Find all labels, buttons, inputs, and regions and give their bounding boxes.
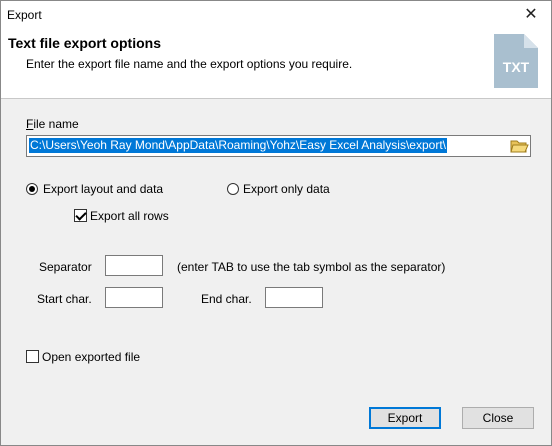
start-char-input[interactable] (105, 287, 163, 308)
header-title: Text file export options (8, 35, 161, 51)
export-all-rows-checkbox[interactable] (74, 209, 87, 222)
close-button[interactable]: Close (462, 407, 534, 429)
open-exported-file-checkbox[interactable] (26, 350, 39, 363)
start-char-label: Start char. (37, 292, 92, 306)
separator-label: Separator (39, 260, 92, 274)
export-only-data-radio[interactable] (227, 183, 239, 195)
close-window-button[interactable]: ✕ (511, 1, 551, 29)
file-name-label-text: ile name (33, 117, 79, 131)
end-char-label: End char. (201, 292, 252, 306)
export-layout-label[interactable]: Export layout and data (43, 182, 163, 196)
file-path-value: C:\Users\Yeoh Ray Mond\AppData\Roaming\Y… (29, 138, 447, 153)
separator-hint: (enter TAB to use the tab symbol as the … (177, 260, 446, 274)
browse-folder-button[interactable] (509, 137, 529, 155)
file-name-label: File name (26, 117, 79, 131)
export-all-rows-label[interactable]: Export all rows (90, 209, 169, 223)
export-only-data-label[interactable]: Export only data (243, 182, 330, 196)
dialog-header: Text file export options Enter the expor… (1, 29, 551, 99)
txt-icon-label: TXT (503, 59, 530, 75)
end-char-input[interactable] (265, 287, 323, 308)
file-path-input[interactable]: C:\Users\Yeoh Ray Mond\AppData\Roaming\Y… (26, 135, 531, 157)
txt-file-icon: TXT (494, 34, 538, 88)
open-exported-file-label[interactable]: Open exported file (42, 350, 140, 364)
separator-input[interactable] (105, 255, 163, 276)
window-title: Export (7, 8, 42, 22)
folder-open-icon (510, 140, 529, 153)
title-bar: Export ✕ (1, 1, 551, 29)
export-button[interactable]: Export (369, 407, 441, 429)
close-icon: ✕ (524, 6, 538, 23)
header-subtitle: Enter the export file name and the expor… (26, 57, 353, 71)
export-dialog: Export ✕ Text file export options Enter … (0, 0, 552, 446)
export-layout-radio[interactable] (26, 183, 38, 195)
